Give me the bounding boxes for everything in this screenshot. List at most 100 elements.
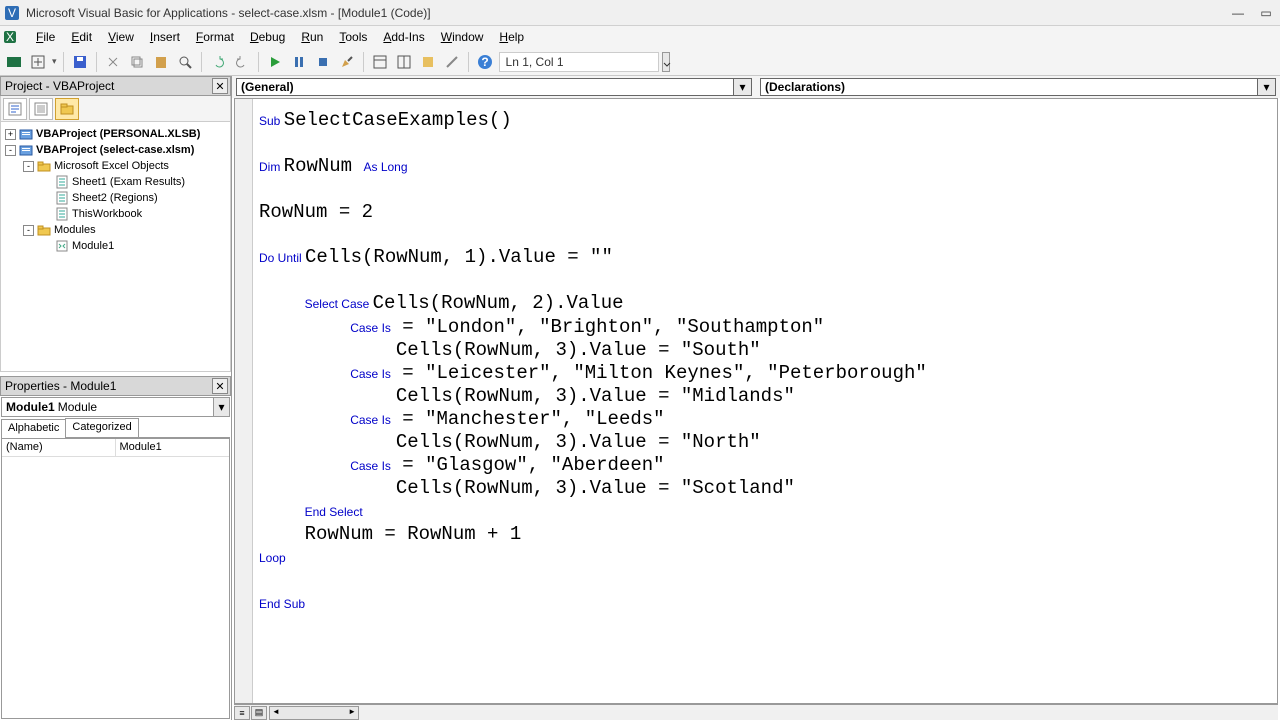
code-footer: ≡ ▤ [234, 704, 1278, 720]
undo-button[interactable] [208, 52, 228, 72]
reset-button[interactable] [313, 52, 333, 72]
menubar: X FileEditViewInsertFormatDebugRunToolsA… [0, 26, 1280, 48]
view-object-button[interactable] [29, 98, 53, 120]
properties-object-name: Module1 [6, 400, 55, 414]
project-toolbar [0, 96, 231, 122]
object-scope-dropdown[interactable]: (General) ▾ [236, 78, 752, 96]
menu-help[interactable]: Help [491, 28, 532, 46]
design-mode-button[interactable] [337, 52, 357, 72]
menu-format[interactable]: Format [188, 28, 242, 46]
svg-text:V: V [8, 6, 16, 20]
tree-label: Microsoft Excel Objects [54, 160, 169, 172]
tree-node[interactable]: Module1 [3, 238, 228, 254]
horizontal-scrollbar[interactable] [269, 706, 359, 720]
cursor-position: Ln 1, Col 1 [499, 52, 659, 72]
code-editor[interactable]: Sub SelectCaseExamples() Dim RowNum As L… [234, 98, 1278, 704]
maximize-button[interactable]: ▭ [1256, 5, 1276, 21]
svg-text:?: ? [481, 55, 488, 69]
sheet-icon [55, 191, 69, 205]
property-key: (Name) [2, 439, 116, 456]
menu-add-ins[interactable]: Add-Ins [375, 28, 432, 46]
code-margin [235, 99, 253, 703]
help-button[interactable]: ? [475, 52, 495, 72]
tree-node[interactable]: - VBAProject (select-case.xlsm) [3, 142, 228, 158]
menu-edit[interactable]: Edit [63, 28, 100, 46]
tree-label: Sheet1 (Exam Results) [72, 176, 185, 188]
break-button[interactable] [289, 52, 309, 72]
module-icon [55, 239, 69, 253]
object-browser-button[interactable] [418, 52, 438, 72]
minimize-button[interactable]: — [1228, 5, 1248, 21]
tab-alphabetic[interactable]: Alphabetic [1, 419, 66, 438]
window-title: Microsoft Visual Basic for Applications … [26, 6, 1228, 20]
toggle-folders-button[interactable] [55, 98, 79, 120]
tree-label: VBAProject (select-case.xlsm) [36, 144, 194, 156]
insert-menu-button[interactable] [28, 52, 48, 72]
copy-button[interactable] [127, 52, 147, 72]
procedure-view-button[interactable]: ≡ [234, 706, 250, 720]
tree-node[interactable]: -Modules [3, 222, 228, 238]
menu-debug[interactable]: Debug [242, 28, 293, 46]
chevron-down-icon: ▾ [733, 79, 751, 95]
menu-file[interactable]: File [28, 28, 63, 46]
tree-node[interactable]: + VBAProject (PERSONAL.XLSB) [3, 126, 228, 142]
property-row[interactable]: (Name)Module1 [2, 439, 229, 457]
project-panel-close-button[interactable]: ✕ [212, 78, 228, 94]
properties-panel-header: Properties - Module1 ✕ [0, 376, 231, 396]
tree-toggle[interactable]: - [23, 161, 34, 172]
project-explorer-button[interactable] [370, 52, 390, 72]
sheet-icon [55, 207, 69, 221]
tree-toggle[interactable]: + [5, 129, 16, 140]
svg-text:X: X [6, 30, 14, 44]
toolbox-button[interactable] [442, 52, 462, 72]
properties-panel-close-button[interactable]: ✕ [212, 378, 228, 394]
full-module-view-button[interactable]: ▤ [251, 706, 267, 720]
vba-app-icon: V [4, 5, 20, 21]
property-value[interactable]: Module1 [116, 439, 230, 456]
project-icon [19, 127, 33, 141]
tree-label: Sheet2 (Regions) [72, 192, 158, 204]
toolbar-overflow[interactable] [662, 52, 670, 72]
tree-toggle[interactable]: - [5, 145, 16, 156]
properties-grid[interactable]: (Name)Module1 [1, 438, 230, 719]
cut-button[interactable] [103, 52, 123, 72]
menu-insert[interactable]: Insert [142, 28, 188, 46]
find-button[interactable] [175, 52, 195, 72]
menu-window[interactable]: Window [433, 28, 492, 46]
project-tree[interactable]: +VBAProject (PERSONAL.XLSB)-VBAProject (… [0, 122, 231, 372]
properties-panel-title: Properties - Module1 [5, 379, 116, 393]
project-panel-header: Project - VBAProject ✕ [0, 76, 231, 96]
menu-run[interactable]: Run [293, 28, 331, 46]
tree-label: VBAProject (PERSONAL.XLSB) [36, 128, 200, 140]
properties-object-type: Module [58, 400, 97, 414]
tree-node[interactable]: Sheet1 (Exam Results) [3, 174, 228, 190]
view-code-button[interactable] [3, 98, 27, 120]
properties-object-selector[interactable]: Module1 Module ▾ [1, 397, 230, 417]
tab-categorized[interactable]: Categorized [65, 418, 138, 437]
object-scope-value: (General) [241, 80, 294, 94]
view-excel-button[interactable] [4, 52, 24, 72]
run-button[interactable] [265, 52, 285, 72]
tree-label: ThisWorkbook [72, 208, 142, 220]
toolbar: ▾ ? Ln 1, Col 1 [0, 48, 1280, 76]
redo-button[interactable] [232, 52, 252, 72]
procedure-scope-value: (Declarations) [765, 80, 845, 94]
tree-node[interactable]: ThisWorkbook [3, 206, 228, 222]
excel-icon: X [4, 29, 20, 45]
titlebar: V Microsoft Visual Basic for Application… [0, 0, 1280, 26]
tree-node[interactable]: Sheet2 (Regions) [3, 190, 228, 206]
tree-toggle[interactable]: - [23, 225, 34, 236]
folder-icon [37, 223, 51, 237]
menu-view[interactable]: View [100, 28, 142, 46]
sheet-icon [55, 175, 69, 189]
menu-tools[interactable]: Tools [331, 28, 375, 46]
save-button[interactable] [70, 52, 90, 72]
chevron-down-icon: ▾ [213, 398, 229, 416]
code-text[interactable]: Sub SelectCaseExamples() Dim RowNum As L… [253, 99, 1277, 703]
project-icon [19, 143, 33, 157]
tree-node[interactable]: - Microsoft Excel Objects [3, 158, 228, 174]
folder-icon [37, 159, 51, 173]
paste-button[interactable] [151, 52, 171, 72]
procedure-scope-dropdown[interactable]: (Declarations) ▾ [760, 78, 1276, 96]
properties-window-button[interactable] [394, 52, 414, 72]
